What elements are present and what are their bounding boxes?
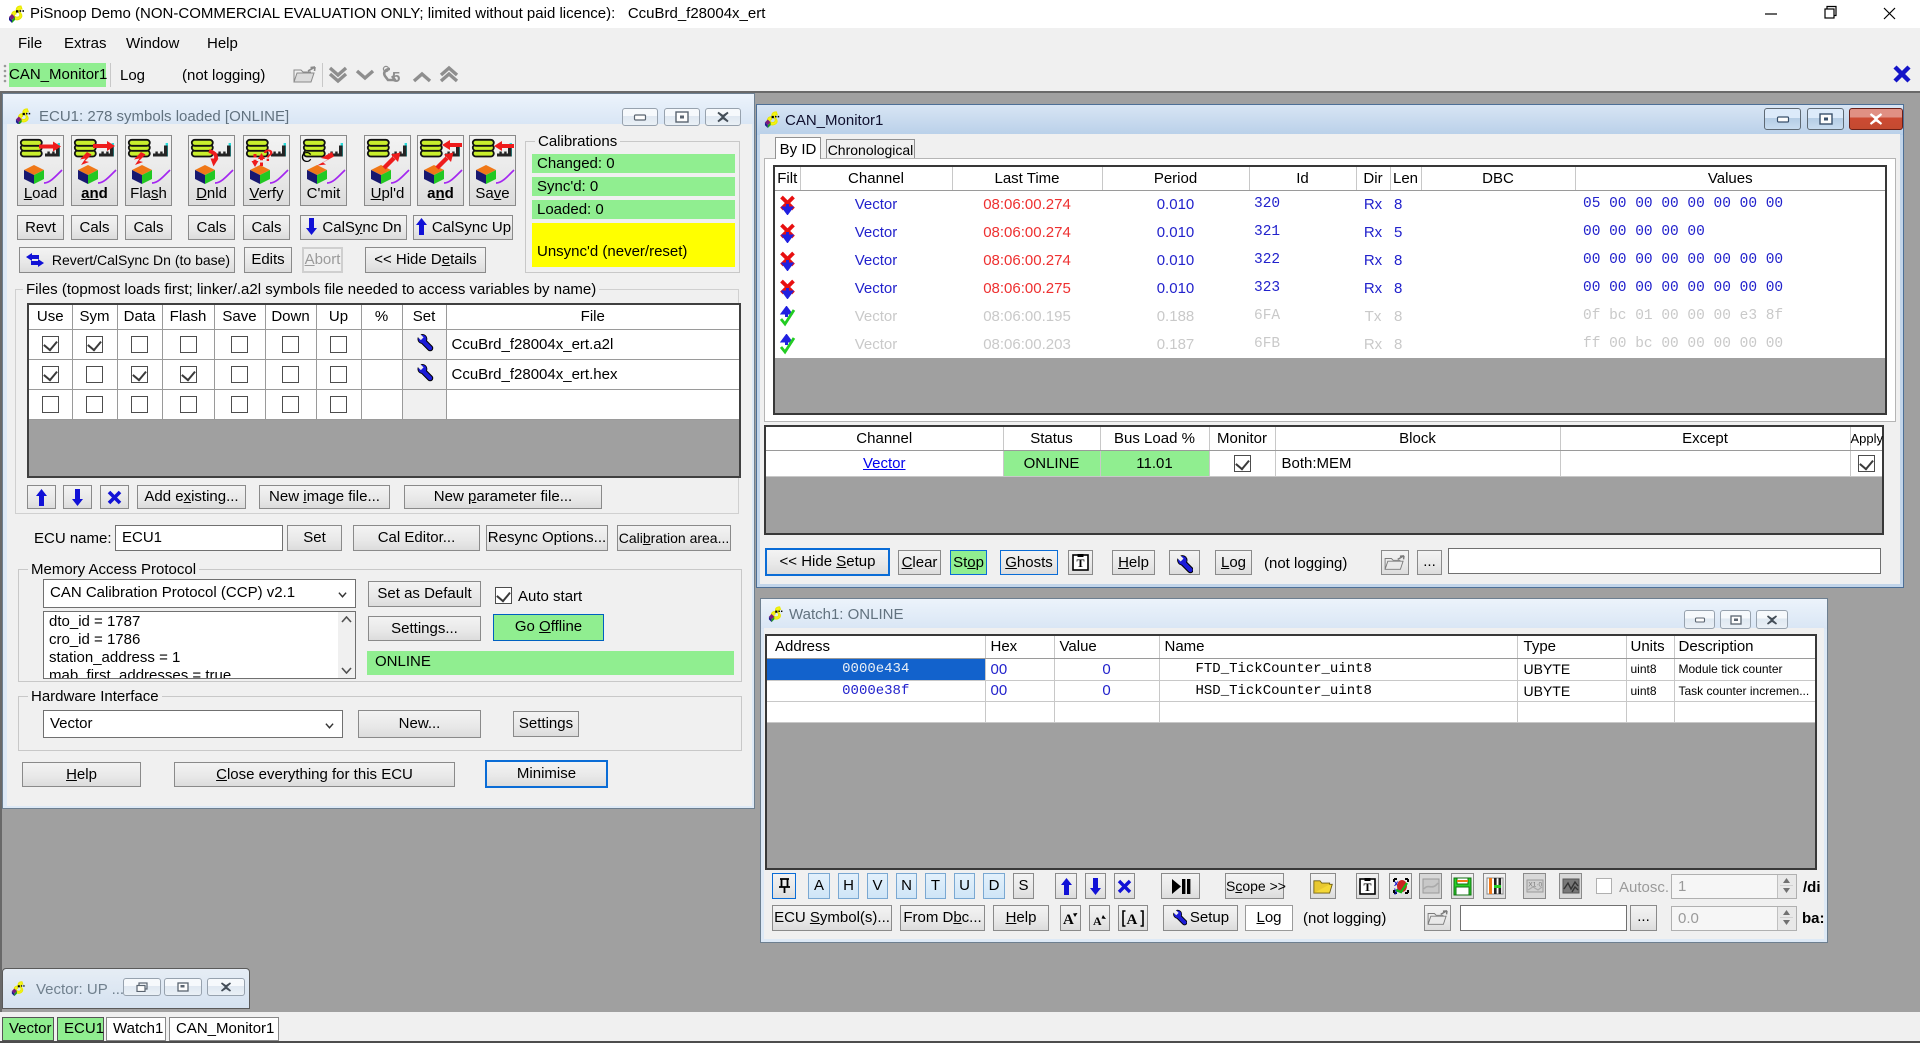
svg-text:T: T (1363, 880, 1371, 894)
svg-text:A: A (1063, 912, 1074, 927)
svg-text:5: 5 (392, 69, 400, 85)
svg-text:C: C (301, 149, 312, 166)
svg-text:T: T (1076, 556, 1084, 570)
svg-text:?: ? (263, 146, 273, 165)
svg-text:X1·0: X1·0 (1528, 881, 1542, 888)
svg-text:A: A (1093, 914, 1102, 928)
svg-text:A: A (1127, 912, 1138, 927)
